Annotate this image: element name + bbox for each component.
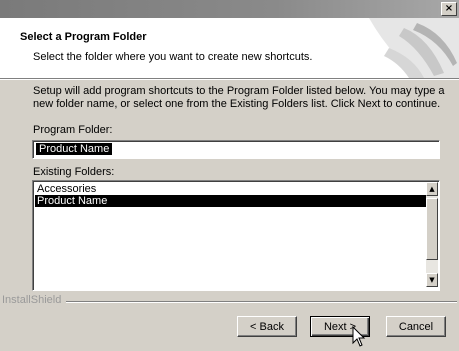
- close-icon: ×: [444, 3, 454, 14]
- list-item-accessories[interactable]: Accessories: [35, 183, 426, 195]
- back-button[interactable]: < Back: [237, 316, 297, 337]
- mouse-pointer-icon: [352, 326, 366, 347]
- scrollbar-thumb[interactable]: [426, 198, 438, 260]
- installshield-brand: InstallShield: [2, 294, 65, 306]
- branding-divider: [66, 301, 457, 303]
- existing-folders-list[interactable]: Accessories Product Name ▲ ▼: [32, 180, 440, 291]
- scroll-up-icon: ▲: [429, 185, 435, 193]
- scroll-down-icon: ▼: [429, 276, 435, 284]
- dialog-header: Select a Program Folder Select the folde…: [0, 18, 459, 79]
- vertical-scrollbar[interactable]: ▲ ▼: [426, 182, 438, 287]
- header-swoosh-graphic: [369, 18, 459, 78]
- title-bar: ×: [0, 0, 459, 18]
- page-subtitle: Select the folder where you want to crea…: [33, 51, 313, 63]
- cancel-button[interactable]: Cancel: [386, 316, 446, 337]
- header-divider: [0, 79, 459, 80]
- program-folder-label: Program Folder:: [33, 124, 113, 136]
- list-item-product-name[interactable]: Product Name: [35, 195, 426, 207]
- scroll-up-button[interactable]: ▲: [426, 182, 438, 196]
- instructions-text: Setup will add program shortcuts to the …: [33, 85, 445, 110]
- close-button[interactable]: ×: [441, 2, 457, 16]
- existing-folders-label: Existing Folders:: [33, 166, 115, 178]
- page-title: Select a Program Folder: [20, 31, 147, 43]
- scroll-down-button[interactable]: ▼: [426, 273, 438, 287]
- program-folder-input[interactable]: Product Name: [32, 140, 440, 159]
- program-folder-value: Product Name: [36, 143, 113, 155]
